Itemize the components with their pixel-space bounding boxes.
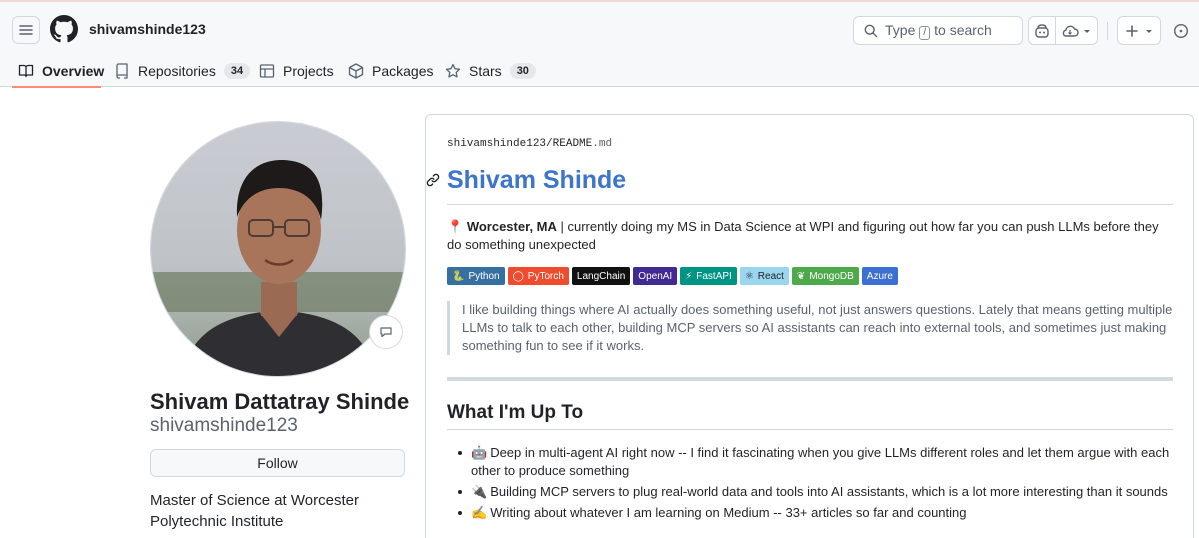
plus-icon <box>1125 24 1138 37</box>
readme-card: shivamshinde123/README.md Shivam Shinde … <box>425 114 1194 538</box>
readme-title: Shivam Shinde <box>447 166 627 194</box>
badge-langchain[interactable]: LangChain <box>571 267 631 285</box>
intro-location: Worcester, MA <box>466 219 557 234</box>
pytorch-icon: ◯ <box>512 270 524 282</box>
create-new-button[interactable] <box>1117 16 1161 45</box>
tab-stars-label: Stars <box>469 62 502 79</box>
copilot-icon <box>1035 23 1049 38</box>
badge-pytorch[interactable]: ◯ PyTorch <box>507 267 569 285</box>
issues-button[interactable] <box>1167 16 1195 45</box>
codespaces-dropdown-button[interactable] <box>1056 16 1098 45</box>
section-divider <box>447 429 1173 430</box>
avatar-photo <box>151 122 405 376</box>
list-item: ✍️ Writing about whatever I am learning o… <box>458 504 1171 522</box>
profile-bio: Master of Science at Worcester Polytechn… <box>150 492 359 530</box>
section-heading: What I'm Up To <box>447 402 584 423</box>
chevron-down-icon <box>1084 29 1090 33</box>
search-icon <box>864 24 878 37</box>
menu-button[interactable] <box>12 16 40 44</box>
readme-path-file[interactable]: README <box>553 138 593 150</box>
search-shortcut-key: / <box>919 25 931 40</box>
tab-repositories-label: Repositories <box>138 62 216 79</box>
anchor-link-icon[interactable] <box>426 173 440 187</box>
book-icon <box>18 64 34 77</box>
hamburger-icon <box>19 25 33 35</box>
writing-hand-icon: ✍️ <box>471 505 488 520</box>
speech-bubble-icon <box>380 327 392 338</box>
stars-count: 30 <box>509 62 536 79</box>
tab-packages[interactable]: Packages <box>348 52 433 89</box>
plug-icon: 🔌 <box>471 484 488 499</box>
tab-projects[interactable]: Projects <box>259 52 334 89</box>
profile-full-name: Shivam Dattatray Shinde <box>150 389 410 414</box>
fastapi-icon: ⚡ <box>685 270 693 282</box>
issue-opened-icon <box>1173 23 1189 38</box>
react-icon: ⚛ <box>744 270 754 282</box>
list-item: 🔌 Building MCP servers to plug real-world… <box>458 483 1171 501</box>
repositories-count: 34 <box>223 62 251 79</box>
search-input[interactable]: Type / to search <box>853 16 1023 45</box>
readme-path-ext: .md <box>592 138 613 150</box>
follow-button[interactable]: Follow <box>150 449 405 477</box>
package-icon <box>348 62 364 79</box>
python-icon: 🐍 <box>452 270 465 282</box>
profile-login: shivamshinde123 <box>150 415 298 436</box>
avatar[interactable] <box>150 121 406 377</box>
active-tab-indicator <box>12 86 101 88</box>
tech-badges: 🐍 Python ◯ PyTorch LangChain OpenAI ⚡ FastA… <box>447 267 898 285</box>
github-logo-icon[interactable] <box>50 15 78 43</box>
list-item: 🤖 Deep in multi-agent AI right now -- I f… <box>458 445 1170 478</box>
tab-overview-label: Overview <box>42 62 105 79</box>
badge-openai[interactable]: OpenAI <box>633 267 678 285</box>
tab-stars[interactable]: Stars 30 <box>445 52 536 89</box>
chevron-down-icon <box>1145 29 1152 33</box>
table-icon <box>259 63 275 78</box>
tab-projects-label: Projects <box>283 62 334 79</box>
readme-path-owner[interactable]: shivamshinde123 <box>447 138 546 150</box>
badge-python[interactable]: 🐍 Python <box>447 267 505 285</box>
header-username[interactable]: shivamshinde123 <box>89 21 206 37</box>
tab-packages-label: Packages <box>372 62 434 79</box>
horizontal-rule <box>447 377 1173 381</box>
copilot-button[interactable] <box>1028 16 1056 45</box>
search-placeholder: Type / to search <box>885 21 992 40</box>
top-header: shivamshinde123 Type / to search Overview … <box>0 0 1199 89</box>
readme-path-separator: / <box>546 138 553 150</box>
tab-overview[interactable]: Overview <box>18 52 104 89</box>
repo-icon <box>116 62 128 79</box>
cloud-icon <box>1062 25 1079 37</box>
activity-list: 🤖 Deep in multi-agent AI right now -- I f… <box>458 444 1171 525</box>
robot-icon: 🤖 <box>471 445 488 460</box>
mongodb-icon: ❦ <box>796 270 806 282</box>
readme-path: shivamshinde123/README.md <box>447 138 612 150</box>
badge-react[interactable]: ⚛ React <box>739 267 789 285</box>
pin-icon: 📍 <box>447 219 464 234</box>
badge-azure[interactable]: Azure <box>861 267 898 285</box>
readme-intro: 📍 Worcester, MA | currently doing my MS … <box>447 218 1167 254</box>
tab-repositories[interactable]: Repositories 34 <box>114 52 251 89</box>
readme-blockquote: I like building things where AI actually… <box>447 301 1173 355</box>
star-icon <box>445 63 461 78</box>
header-divider <box>1107 22 1108 40</box>
status-button[interactable] <box>369 315 403 349</box>
badge-fastapi[interactable]: ⚡ FastAPI <box>680 267 737 285</box>
badge-mongodb[interactable]: ❦ MongoDB <box>791 267 859 285</box>
title-divider <box>447 204 1173 205</box>
